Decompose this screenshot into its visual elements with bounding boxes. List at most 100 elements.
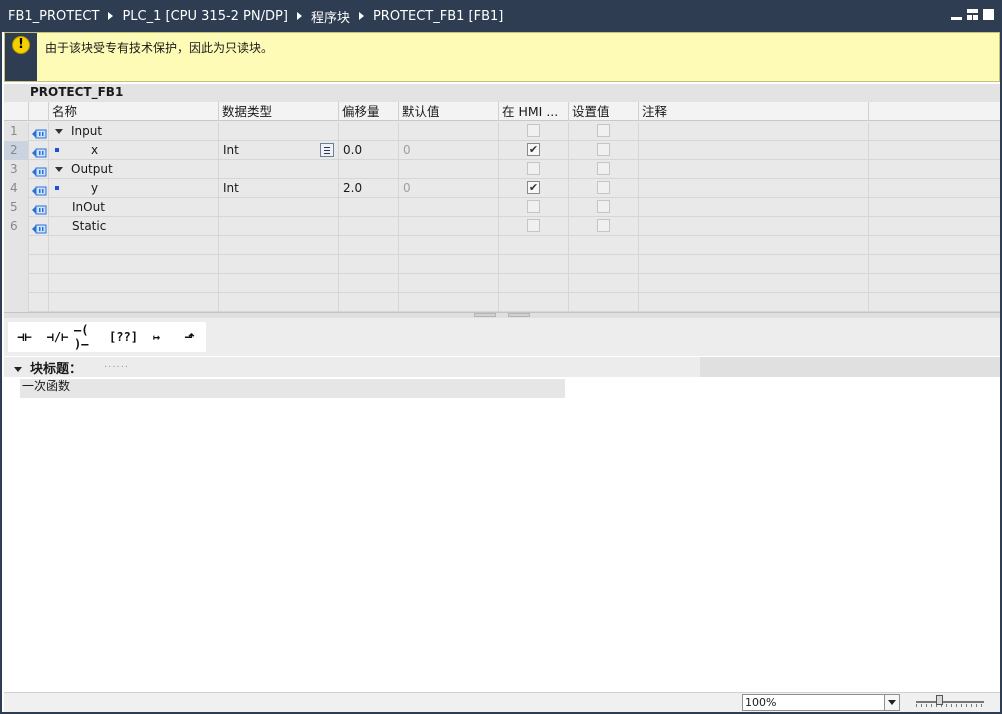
table-row[interactable]: 6 Static	[4, 217, 1000, 236]
default-value-cell[interactable]	[399, 160, 499, 179]
slider-thumb[interactable]	[936, 695, 943, 705]
name-cell[interactable]: x	[49, 141, 219, 160]
filler-cell[interactable]	[869, 198, 1000, 217]
default-value-cell[interactable]	[399, 122, 499, 141]
breadcrumb-program-blocks[interactable]: 程序块	[311, 7, 350, 26]
empty-box-icon[interactable]: [??]	[107, 322, 140, 352]
setpoint-cell[interactable]	[569, 160, 639, 179]
table-row[interactable]: 5 InOut	[4, 198, 1000, 217]
default-value-cell[interactable]: 0	[399, 141, 499, 160]
default-value-cell[interactable]: 0	[399, 179, 499, 198]
header-datatype[interactable]: 数据类型	[219, 102, 339, 121]
comment-cell[interactable]	[639, 198, 869, 217]
checkbox-unchecked[interactable]	[597, 124, 610, 137]
block-title-input[interactable]: ......	[104, 359, 129, 370]
default-value-cell[interactable]	[399, 217, 499, 236]
close-branch-icon[interactable]: ⬏	[173, 322, 206, 352]
table-row[interactable]	[4, 293, 1000, 312]
maximize-icon[interactable]	[983, 9, 994, 20]
comment-cell[interactable]	[639, 141, 869, 160]
comment-cell[interactable]	[639, 179, 869, 198]
header-setpoint[interactable]: 设置值	[569, 102, 639, 121]
minimize-icon[interactable]	[951, 17, 962, 20]
offset-cell[interactable]: 2.0	[339, 179, 399, 198]
datatype-cell[interactable]	[219, 217, 339, 236]
comment-cell[interactable]	[639, 160, 869, 179]
comment-cell[interactable]	[639, 122, 869, 141]
name-cell[interactable]: Output	[49, 160, 219, 179]
checkbox-unchecked[interactable]	[597, 200, 610, 213]
accessible-hmi-cell[interactable]	[499, 198, 569, 217]
filler-cell[interactable]	[869, 217, 1000, 236]
datatype-list-icon[interactable]	[320, 143, 334, 157]
zoom-select[interactable]: 100%	[742, 694, 900, 711]
setpoint-cell[interactable]	[569, 198, 639, 217]
datatype-cell[interactable]	[219, 160, 339, 179]
name-cell[interactable]: y	[49, 179, 219, 198]
filler-cell[interactable]	[869, 141, 1000, 160]
filler-cell[interactable]	[869, 179, 1000, 198]
filler-cell[interactable]	[869, 160, 1000, 179]
no-contact-icon[interactable]: ⊣⊢	[8, 322, 41, 352]
checkbox-checked-icon[interactable]: ✔	[527, 143, 540, 156]
open-branch-icon[interactable]: ↦	[140, 322, 173, 352]
block-comment[interactable]: 一次函数	[20, 379, 565, 398]
coil-icon[interactable]: –( )–	[74, 322, 107, 352]
expand-chevron-down-icon[interactable]	[55, 129, 63, 134]
checkbox-unchecked[interactable]	[597, 181, 610, 194]
name-cell[interactable]: InOut	[49, 198, 219, 217]
table-row[interactable]	[4, 255, 1000, 274]
default-value-cell[interactable]	[399, 198, 499, 217]
checkbox-unchecked[interactable]	[527, 162, 540, 175]
header-offset[interactable]: 偏移量	[339, 102, 399, 121]
comment-cell[interactable]	[639, 217, 869, 236]
checkbox-unchecked[interactable]	[597, 162, 610, 175]
accessible-hmi-cell[interactable]: ✔	[499, 141, 569, 160]
offset-cell[interactable]: 0.0	[339, 141, 399, 160]
header-comment[interactable]: 注释	[639, 102, 869, 121]
datatype-cell[interactable]	[219, 198, 339, 217]
float-window-icon[interactable]	[967, 9, 978, 20]
checkbox-checked-icon[interactable]: ✔	[527, 181, 540, 194]
setpoint-cell[interactable]	[569, 179, 639, 198]
breadcrumb-block[interactable]: PROTECT_FB1 [FB1]	[373, 9, 503, 24]
checkbox-unchecked[interactable]	[527, 219, 540, 232]
datatype-cell[interactable]	[219, 122, 339, 141]
datatype-cell[interactable]: Int	[219, 179, 339, 198]
checkbox-unchecked[interactable]	[597, 143, 610, 156]
name-cell[interactable]: Input	[49, 122, 219, 141]
offset-cell[interactable]	[339, 122, 399, 141]
breadcrumb-plc[interactable]: PLC_1 [CPU 315-2 PN/DP]	[122, 9, 287, 24]
table-row[interactable]: 3 Output	[4, 160, 1000, 179]
header-default-value[interactable]: 默认值	[399, 102, 499, 121]
accessible-hmi-cell[interactable]	[499, 122, 569, 141]
filler-cell[interactable]	[869, 122, 1000, 141]
setpoint-cell[interactable]	[569, 122, 639, 141]
accessible-hmi-cell[interactable]	[499, 160, 569, 179]
collapse-chevron-down-icon[interactable]	[14, 367, 22, 372]
setpoint-cell[interactable]	[569, 217, 639, 236]
accessible-hmi-cell[interactable]	[499, 217, 569, 236]
table-row[interactable]: 4 y Int 2.0 0 ✔	[4, 179, 1000, 198]
dropdown-chevron-icon[interactable]	[884, 695, 899, 710]
table-row[interactable]: 1 Input	[4, 122, 1000, 141]
breadcrumb-project[interactable]: FB1_PROTECT	[8, 9, 99, 24]
table-row[interactable]: 2 x Int 0.0 0 ✔	[4, 141, 1000, 160]
header-name[interactable]: 名称	[49, 102, 219, 121]
nc-contact-icon[interactable]: ⊣/⊢	[41, 322, 74, 352]
checkbox-unchecked[interactable]	[597, 219, 610, 232]
offset-cell[interactable]	[339, 198, 399, 217]
offset-cell[interactable]	[339, 217, 399, 236]
setpoint-cell[interactable]	[569, 141, 639, 160]
splitter-collapse-down-icon[interactable]	[508, 313, 530, 317]
splitter-collapse-up-icon[interactable]	[474, 313, 496, 317]
offset-cell[interactable]	[339, 160, 399, 179]
checkbox-unchecked[interactable]	[527, 200, 540, 213]
zoom-slider[interactable]	[916, 695, 984, 707]
table-row[interactable]	[4, 274, 1000, 293]
name-cell[interactable]: Static	[49, 217, 219, 236]
checkbox-unchecked[interactable]	[527, 124, 540, 137]
header-accessible-hmi[interactable]: 在 HMI ...	[499, 102, 569, 121]
expand-chevron-down-icon[interactable]	[55, 167, 63, 172]
table-row[interactable]	[4, 236, 1000, 255]
